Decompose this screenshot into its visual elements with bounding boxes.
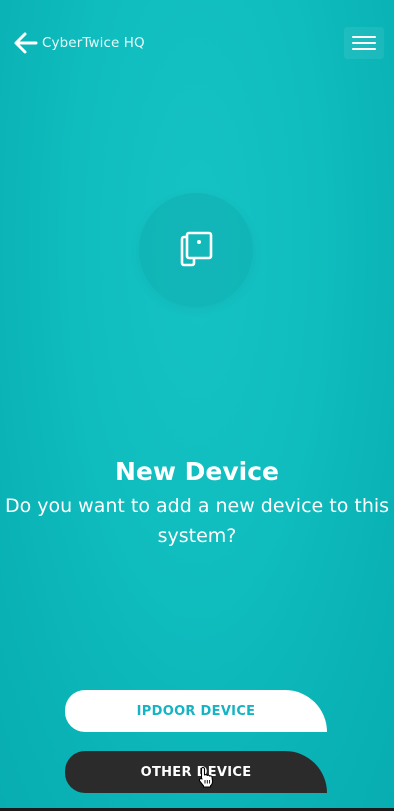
app-screen: CyberTwice HQ New Device Do you want to … [0, 0, 394, 808]
question-text: Do you want to add a new device to this … [4, 495, 390, 547]
header: CyberTwice HQ [0, 0, 394, 84]
arrow-left-icon [12, 31, 38, 55]
ipdoor-device-button[interactable]: IPDOOR DEVICE [65, 690, 327, 732]
other-device-button[interactable]: OTHER DEVICE [65, 751, 327, 793]
ipdoor-device-label: IPDOOR DEVICE [136, 703, 256, 719]
device-icon-circle [139, 193, 253, 307]
menu-button[interactable] [344, 27, 384, 59]
devices-icon [174, 228, 218, 276]
back-button[interactable]: CyberTwice HQ [12, 28, 145, 58]
other-device-label: OTHER DEVICE [140, 764, 252, 780]
header-title: CyberTwice HQ [42, 35, 145, 51]
page-title: New Device [114, 457, 280, 486]
